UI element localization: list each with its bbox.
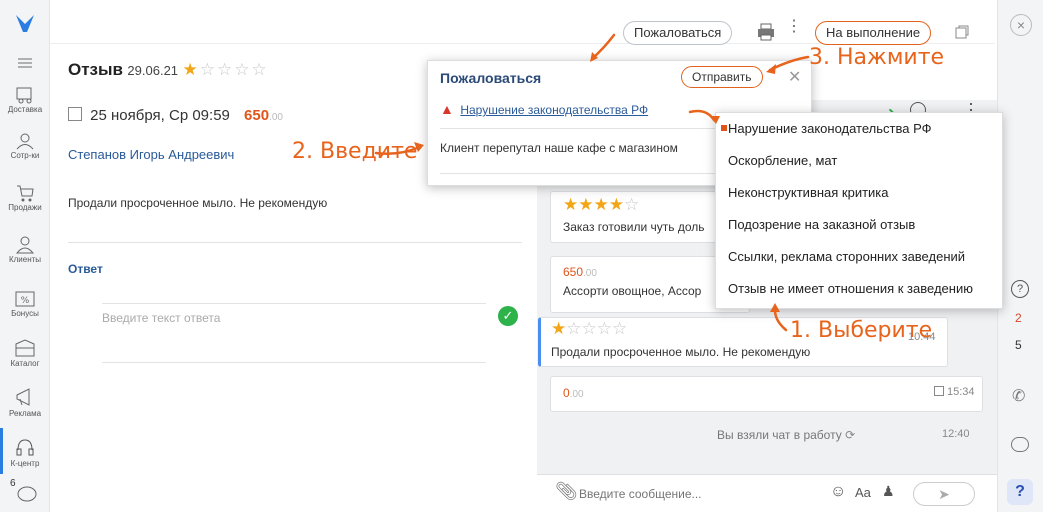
arrow-step2 <box>374 145 422 155</box>
arrow-step3 <box>768 55 810 72</box>
annotation-arrows <box>374 33 810 332</box>
arrow-dropdown <box>688 109 716 122</box>
arrow-complain <box>591 33 616 60</box>
